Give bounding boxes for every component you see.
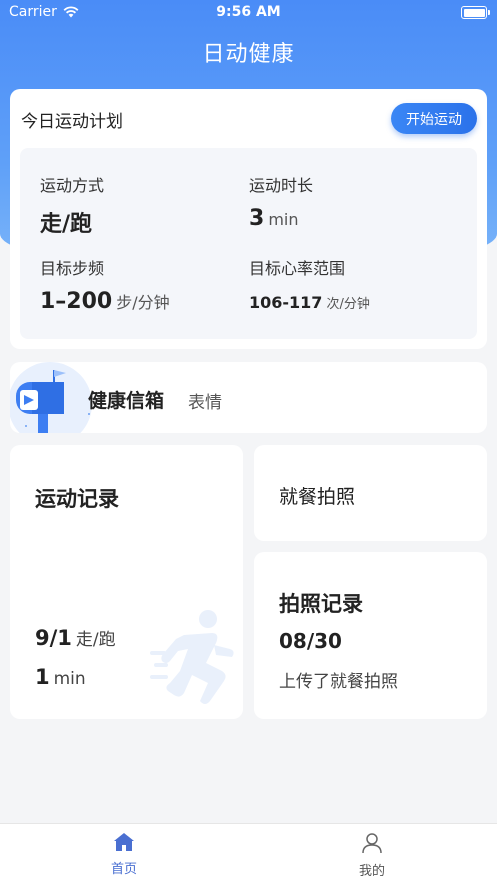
runner-icon <box>150 610 234 704</box>
exercise-duration-label: 运动时长 <box>249 176 314 195</box>
exercise-duration-unit: min <box>268 210 299 229</box>
today-plan-card: 今日运动计划 开始运动 运动方式 走/跑 运动时长 3 min 目标步频 1–20… <box>10 89 487 349</box>
home-icon <box>114 833 134 851</box>
tab-me-label: 我的 <box>358 864 385 879</box>
exercise-record-card[interactable]: 运动记录 9/1 走/跑 1 min <box>10 445 243 719</box>
exercise-mode-label: 运动方式 <box>40 176 105 195</box>
exercise-record-date-text: 9/1 <box>35 626 72 650</box>
exercise-mode-value: 走/跑 <box>40 206 104 238</box>
target-cadence-label: 目标步频 <box>40 259 105 278</box>
meal-photo-card[interactable]: 就餐拍照 <box>254 445 487 541</box>
plan-details: 运动方式 走/跑 运动时长 3 min 目标步频 1–200 步/分钟 目标心率范围… <box>20 148 477 339</box>
exercise-record-duration: 1 min <box>35 665 86 689</box>
battery-icon <box>461 6 490 19</box>
exercise-duration-value: 3 min <box>249 206 313 231</box>
mailbox-tag: 表情 <box>188 393 222 413</box>
exercise-duration-number: 3 <box>249 206 265 231</box>
exercise-duration: 运动时长 3 min <box>249 172 313 231</box>
target-heart-rate: 目标心率范围 106-117 次/分钟 <box>249 255 370 312</box>
user-icon <box>362 833 382 854</box>
tab-home[interactable]: 首页 <box>84 832 164 877</box>
target-heart-rate-unit: 次/分钟 <box>326 297 370 312</box>
photo-record-title: 拍照记录 <box>279 592 363 616</box>
tab-me[interactable]: 我的 <box>332 832 412 879</box>
plan-title: 今日运动计划 <box>21 112 123 132</box>
exercise-mode: 运动方式 走/跑 <box>40 172 104 238</box>
target-cadence: 目标步频 1–200 步/分钟 <box>40 255 170 314</box>
photo-record-desc: 上传了就餐拍照 <box>279 672 398 692</box>
exercise-record-mode: 走/跑 <box>75 630 116 650</box>
photo-record-date: 08/30 <box>279 629 342 653</box>
exercise-mode-text: 走/跑 <box>40 212 93 237</box>
target-heart-rate-number: 106-117 <box>249 293 323 312</box>
status-bar: Carrier 9:56 AM <box>0 0 497 26</box>
meal-photo-title: 就餐拍照 <box>279 486 356 508</box>
mailbox-title: 健康信箱 <box>88 390 165 412</box>
page-title: 日动健康 <box>202 42 295 67</box>
target-cadence-value: 1–200 步/分钟 <box>40 289 170 314</box>
target-heart-rate-value: 106-117 次/分钟 <box>249 293 370 312</box>
tab-home-label: 首页 <box>110 862 137 877</box>
exercise-record-title: 运动记录 <box>35 487 119 511</box>
exercise-record-date: 9/1 走/跑 <box>35 625 116 650</box>
exercise-record-duration-unit: min <box>53 669 86 689</box>
target-cadence-unit: 步/分钟 <box>116 293 170 312</box>
photo-record-card[interactable]: 拍照记录 08/30 上传了就餐拍照 <box>254 552 487 719</box>
start-exercise-button[interactable]: 开始运动 <box>391 103 477 134</box>
exercise-record-duration-number: 1 <box>35 665 50 689</box>
target-cadence-number: 1–200 <box>40 289 113 314</box>
status-time: 9:56 AM <box>216 4 281 20</box>
health-mailbox[interactable]: 健康信箱 表情 <box>10 362 487 433</box>
target-heart-rate-label: 目标心率范围 <box>249 259 346 278</box>
tab-bar: 首页 我的 <box>0 823 497 883</box>
